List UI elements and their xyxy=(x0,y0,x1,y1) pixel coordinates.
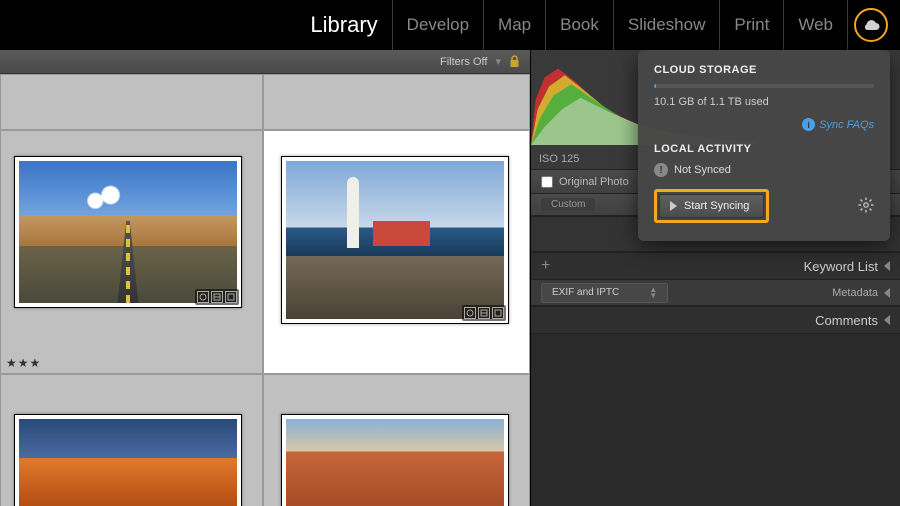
custom-tag[interactable]: Custom xyxy=(541,198,595,211)
plus-icon[interactable]: + xyxy=(541,257,550,275)
thumbnail-image xyxy=(286,161,504,319)
grid-cell[interactable] xyxy=(0,74,263,130)
badge-icon[interactable] xyxy=(492,307,504,319)
metadata-label: Metadata xyxy=(832,287,878,299)
sync-status-text: Not Synced xyxy=(674,164,731,176)
grid-cell-selected[interactable] xyxy=(263,130,530,374)
info-icon: i xyxy=(802,118,815,131)
thumbnail-image xyxy=(286,419,504,506)
gear-icon[interactable] xyxy=(858,197,874,216)
thumbnail[interactable] xyxy=(14,156,242,308)
start-syncing-button[interactable]: Start Syncing xyxy=(659,194,764,218)
nav-web[interactable]: Web xyxy=(784,0,848,50)
original-photo-label: Original Photo xyxy=(559,176,629,188)
collapse-arrow-icon xyxy=(884,288,890,298)
alert-icon: ! xyxy=(654,163,668,177)
nav-slideshow[interactable]: Slideshow xyxy=(614,0,721,50)
comments-header[interactable]: Comments xyxy=(531,306,900,334)
nav-book[interactable]: Book xyxy=(546,0,614,50)
cloud-sync-button[interactable] xyxy=(854,8,888,42)
thumbnail-image xyxy=(19,419,237,506)
local-activity-heading: LOCAL ACTIVITY xyxy=(654,143,874,155)
thumbnail-image xyxy=(19,161,237,303)
start-syncing-highlight: Start Syncing xyxy=(654,189,769,223)
module-nav: Library Develop Map Book Slideshow Print… xyxy=(0,0,900,50)
storage-usage-bar xyxy=(654,84,874,88)
chevron-down-icon[interactable]: ▾ xyxy=(495,55,501,68)
keyword-list-label: Keyword List xyxy=(804,259,878,274)
nav-map[interactable]: Map xyxy=(484,0,546,50)
thumbnail-grid[interactable]: ★★★ xyxy=(0,74,530,506)
lock-icon[interactable] xyxy=(509,55,520,68)
badge-icon[interactable] xyxy=(211,291,223,303)
cloud-popover: CLOUD STORAGE 10.1 GB of 1.1 TB used i S… xyxy=(638,50,890,241)
updown-icon: ▲▼ xyxy=(649,287,657,299)
grid-cell[interactable]: ★★★ xyxy=(0,130,263,374)
thumbnail[interactable] xyxy=(14,414,242,506)
nav-print[interactable]: Print xyxy=(720,0,784,50)
storage-usage-text: 10.1 GB of 1.1 TB used xyxy=(654,96,874,108)
metadata-mode-dropdown[interactable]: EXIF and IPTC ▲▼ xyxy=(541,283,668,303)
sync-faqs-link[interactable]: Sync FAQs xyxy=(819,119,874,131)
badge-icon[interactable] xyxy=(478,307,490,319)
badge-icon[interactable] xyxy=(225,291,237,303)
collapse-arrow-icon xyxy=(884,261,890,271)
library-grid: Filters Off ▾ ★★★ xyxy=(0,50,530,506)
badge-icon[interactable] xyxy=(197,291,209,303)
nav-library[interactable]: Library xyxy=(296,0,392,50)
cloud-icon xyxy=(861,18,881,32)
grid-cell[interactable] xyxy=(263,374,530,506)
start-syncing-label: Start Syncing xyxy=(684,200,749,212)
storage-usage-fill xyxy=(654,84,656,88)
grid-cell[interactable] xyxy=(0,374,263,506)
thumbnail[interactable] xyxy=(281,156,509,324)
keyword-list-header[interactable]: + Keyword List xyxy=(531,252,900,280)
filter-bar: Filters Off ▾ xyxy=(0,50,530,74)
play-icon xyxy=(670,201,677,211)
comments-label: Comments xyxy=(815,313,878,328)
thumbnail[interactable] xyxy=(281,414,509,506)
badge-icon[interactable] xyxy=(464,307,476,319)
filter-label[interactable]: Filters Off xyxy=(440,56,487,68)
metadata-mode-value: EXIF and IPTC xyxy=(552,287,619,298)
panel-spacer xyxy=(531,334,900,506)
cloud-storage-heading: CLOUD STORAGE xyxy=(654,64,874,76)
grid-cell[interactable] xyxy=(263,74,530,130)
thumbnail-badges xyxy=(462,305,506,321)
rating-stars[interactable]: ★★★ xyxy=(6,356,41,370)
iso-label: ISO 125 xyxy=(539,153,579,165)
original-photo-checkbox[interactable] xyxy=(541,176,553,188)
collapse-arrow-icon xyxy=(884,315,890,325)
metadata-header[interactable]: EXIF and IPTC ▲▼ Metadata xyxy=(531,280,900,306)
nav-develop[interactable]: Develop xyxy=(393,0,484,50)
thumbnail-badges xyxy=(195,289,239,305)
